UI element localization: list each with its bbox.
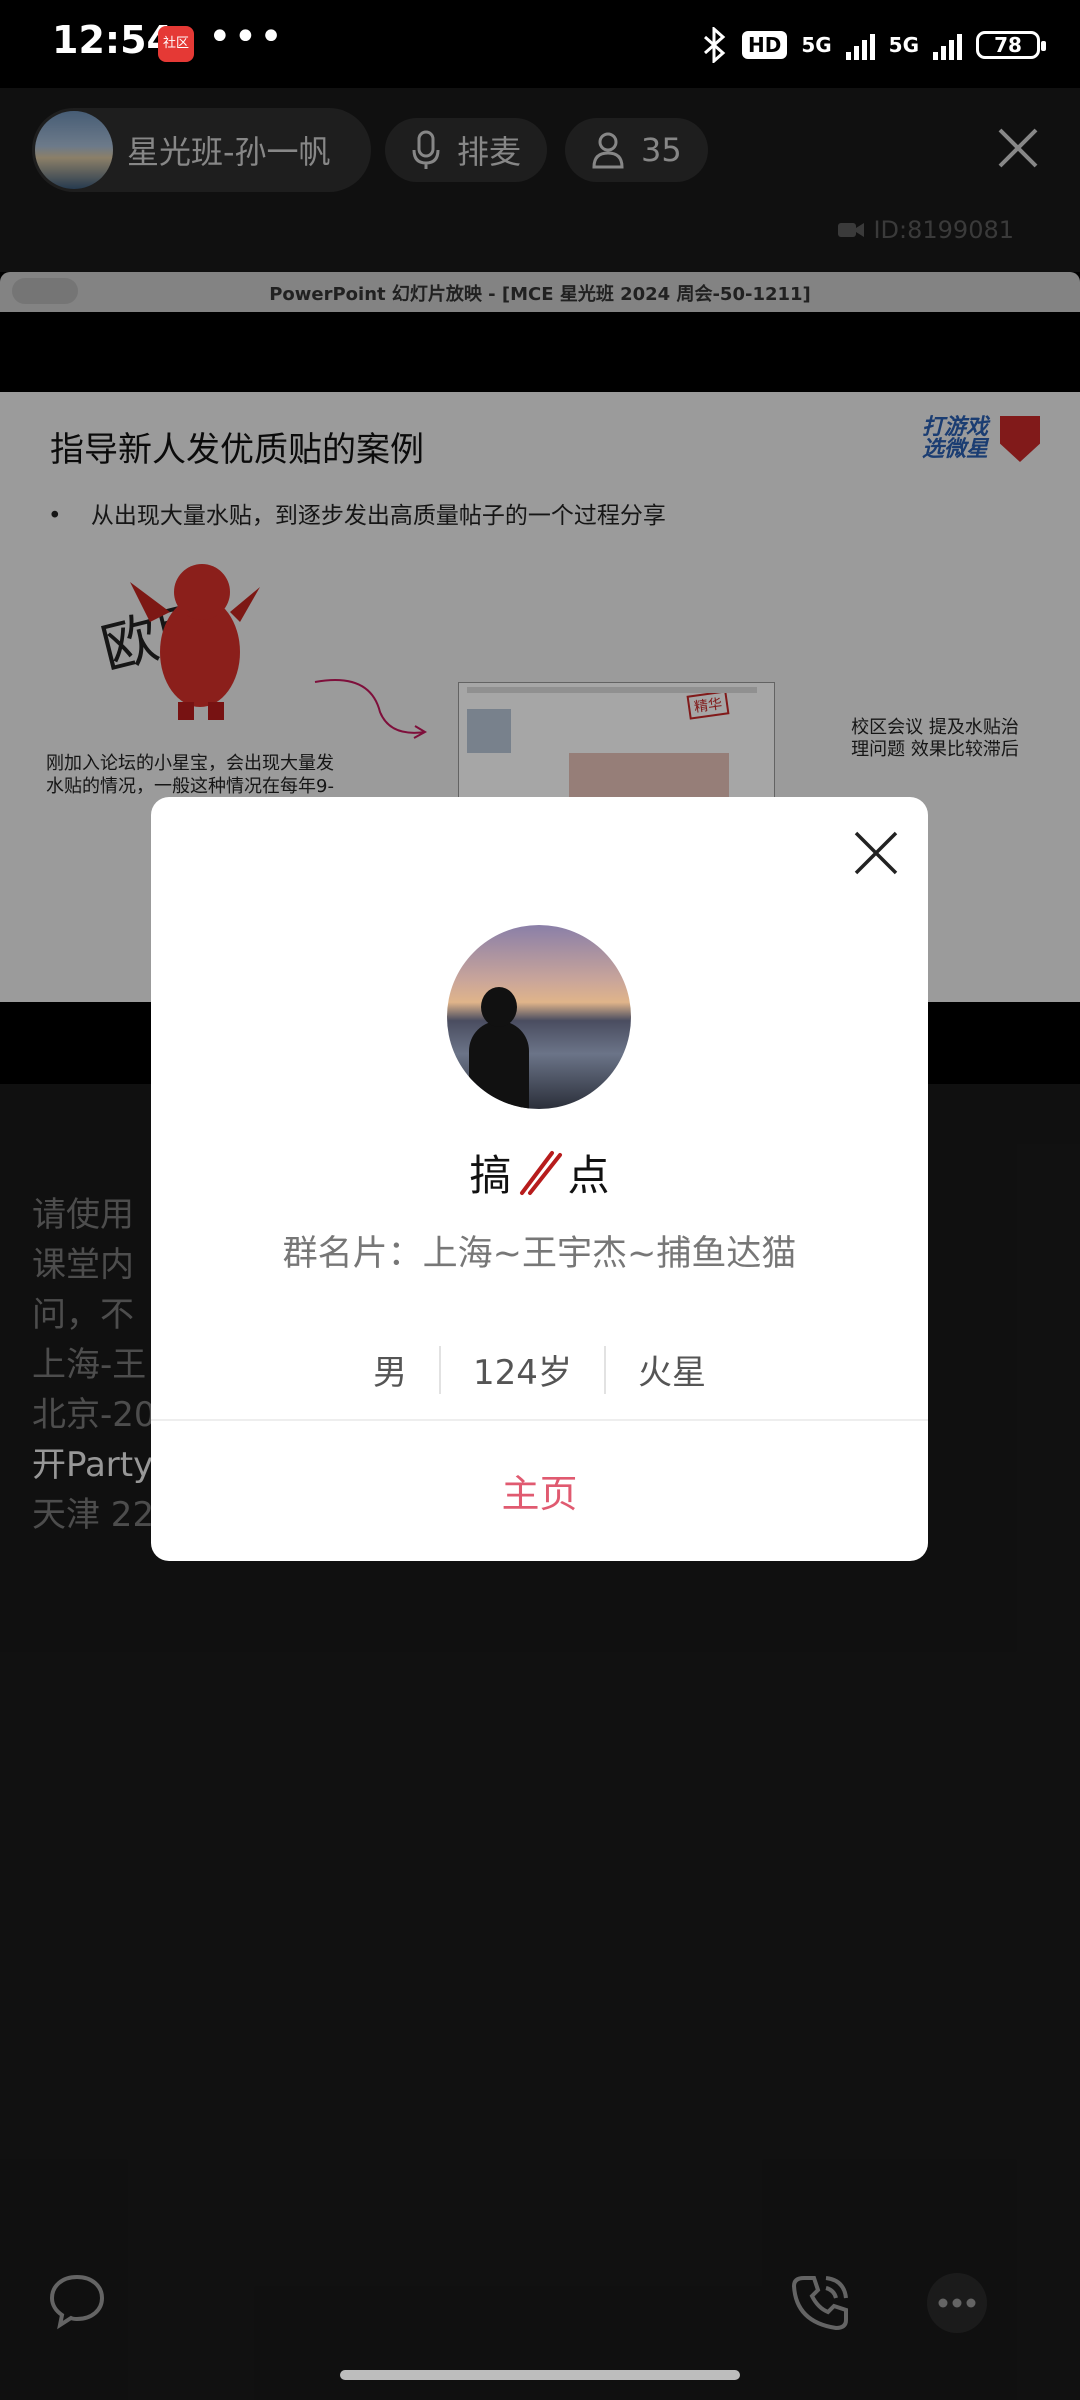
- battery-level: 78: [994, 33, 1022, 57]
- network-type-1: 5G: [801, 33, 832, 57]
- network-type-2: 5G: [888, 33, 919, 57]
- bluetooth-icon: [703, 27, 726, 63]
- battery-icon: 78: [976, 31, 1046, 59]
- status-indicators: HD 5G 5G 78: [702, 22, 1046, 68]
- user-profile-dialog: 搞 点 群名片：上海~王宇杰~捕鱼达猫 男 124岁 火星 主页: [151, 797, 928, 1561]
- home-page-button[interactable]: 主页: [151, 1419, 928, 1561]
- chopsticks-emoji-icon: [519, 1150, 562, 1195]
- avatar-silhouette: [469, 987, 529, 1109]
- nickname-part-1: 搞: [469, 1151, 512, 1200]
- gender: 男: [373, 1353, 408, 1393]
- profile-info-row: 男 124岁 火星: [151, 1345, 928, 1394]
- group-card-name: 群名片：上海~王宇杰~捕鱼达猫: [282, 1234, 797, 1274]
- more-notifications-icon: •••: [208, 14, 285, 60]
- location: 火星: [637, 1353, 706, 1393]
- profile-nickname: 搞 点: [151, 1142, 928, 1203]
- hd-voice-icon: HD: [741, 31, 788, 59]
- status-time: 12:54: [52, 18, 173, 62]
- live-room-screen: 12:54 社区 ••• HD 5G 5G 78 星光班-孙一帆 排麦 35 I…: [0, 0, 1080, 2400]
- signal-bars-2-icon: [933, 30, 962, 60]
- profile-avatar[interactable]: [447, 925, 631, 1109]
- age: 124岁: [473, 1353, 572, 1393]
- nickname-part-2: 点: [567, 1151, 610, 1200]
- home-indicator[interactable]: [340, 2370, 740, 2380]
- signal-bars-1-icon: [845, 30, 875, 60]
- app-notification-icon: 社区: [158, 26, 194, 62]
- close-icon[interactable]: [852, 829, 900, 877]
- status-bar: 12:54 社区 ••• HD 5G 5G 78: [0, 0, 1080, 88]
